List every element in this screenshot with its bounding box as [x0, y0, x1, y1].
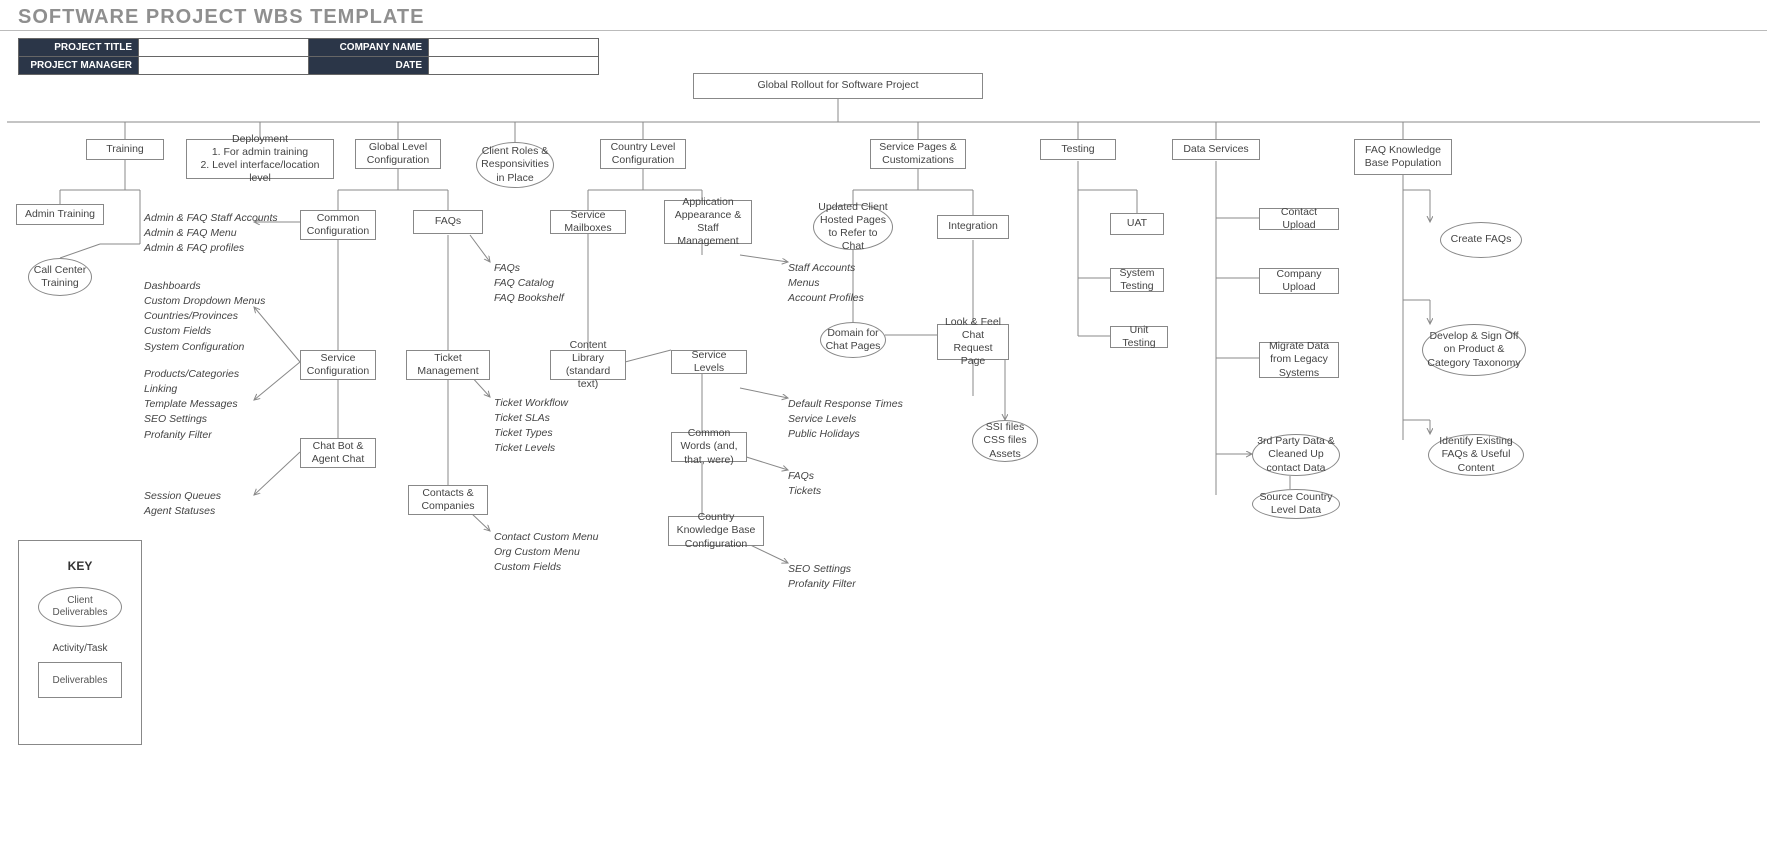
- gc-chatbot: Chat Bot & Agent Chat: [300, 438, 376, 468]
- sp-integration: Integration: [937, 215, 1009, 239]
- cc-service-levels: Service Levels: [671, 350, 747, 374]
- gc-service-config: Service Configuration: [300, 350, 376, 380]
- test-system: System Testing: [1110, 268, 1164, 292]
- gc-ticket-notes: Ticket Workflow Ticket SLAs Ticket Types…: [494, 397, 594, 456]
- col-testing: Testing: [1040, 139, 1116, 160]
- root-box: Global Rollout for Software Project: [693, 73, 983, 99]
- sp-updated-client: Updated Client Hosted Pages to Refer to …: [813, 204, 893, 250]
- cc-app-notes: Staff Accounts Menus Account Profiles: [788, 262, 898, 305]
- col-service-pages: Service Pages & Customizations: [870, 139, 966, 169]
- col-faq-kb: FAQ Knowledge Base Population: [1354, 139, 1452, 175]
- col-global-config: Global Level Configuration: [355, 139, 441, 169]
- ds-source-country: Source Country Level Data: [1252, 489, 1340, 519]
- cc-common-words-notes: FAQs Tickets: [788, 470, 868, 498]
- cc-app-appearance: Application Appearance & Staff Managemen…: [664, 200, 752, 244]
- col-country-config: Country Level Configuration: [600, 139, 686, 169]
- key-client-deliverables: Client Deliverables: [38, 587, 122, 627]
- faq-develop-signoff: Develop & Sign Off on Product & Category…: [1422, 324, 1526, 376]
- gc-faqs-notes: FAQs FAQ Catalog FAQ Bookshelf: [494, 262, 594, 305]
- key-activity-task: Activity/Task: [19, 643, 141, 654]
- sp-ssi: SSI files CSS files Assets: [972, 420, 1038, 462]
- key-panel: KEY Client Deliverables Activity/Task De…: [18, 540, 142, 745]
- cc-content-library: Content Library (standard text): [550, 350, 626, 380]
- ds-third-party: 3rd Party Data & Cleaned Up contact Data: [1252, 434, 1340, 476]
- gc-contacts: Contacts & Companies: [408, 485, 488, 515]
- faq-identify: Identify Existing FAQs & Useful Content: [1428, 434, 1524, 476]
- test-unit: Unit Testing: [1110, 326, 1168, 348]
- key-deliverables: Deliverables: [38, 662, 122, 698]
- col-client-roles: Client Roles & Responsivities in Place: [476, 142, 554, 188]
- cc-common-words: Common Words (and, that, were): [671, 432, 747, 462]
- sp-look-feel: Look & Feel Chat Request Page: [937, 324, 1009, 360]
- gc-ticket-mgmt: Ticket Management: [406, 350, 490, 380]
- cc-service-mailboxes: Service Mailboxes: [550, 210, 626, 234]
- sp-domain-chat: Domain for Chat Pages: [820, 322, 886, 358]
- cc-country-kb-notes: SEO Settings Profanity Filter: [788, 563, 888, 591]
- test-uat: UAT: [1110, 213, 1164, 235]
- key-title: KEY: [19, 559, 141, 573]
- ds-company-upload: Company Upload: [1259, 268, 1339, 294]
- training-call-center: Call Center Training: [28, 258, 92, 296]
- col-training: Training: [86, 139, 164, 160]
- col-deployment: Deployment 1. For admin training 2. Leve…: [186, 139, 334, 179]
- ds-contact-upload: Contact Upload: [1259, 208, 1339, 230]
- cc-service-levels-notes: Default Response Times Service Levels Pu…: [788, 398, 918, 441]
- deploy-notes-4: Session Queues Agent Statuses: [144, 490, 294, 518]
- gc-common-config: Common Configuration: [300, 210, 376, 240]
- gc-contacts-notes: Contact Custom Menu Org Custom Menu Cust…: [494, 531, 624, 574]
- training-admin: Admin Training: [16, 204, 104, 225]
- col-data-services: Data Services: [1172, 139, 1260, 160]
- deploy-notes-2: Dashboards Custom Dropdown Menus Countri…: [144, 280, 294, 354]
- ds-migrate: Migrate Data from Legacy Systems: [1259, 342, 1339, 378]
- faq-create: Create FAQs: [1440, 222, 1522, 258]
- wbs-canvas: Global Rollout for Software Project Trai…: [0, 0, 1767, 848]
- deploy-notes-1: Admin & FAQ Staff Accounts Admin & FAQ M…: [144, 212, 294, 255]
- gc-faqs: FAQs: [413, 210, 483, 234]
- cc-country-kb: Country Knowledge Base Configuration: [668, 516, 764, 546]
- deploy-notes-3: Products/Categories Linking Template Mes…: [144, 368, 294, 442]
